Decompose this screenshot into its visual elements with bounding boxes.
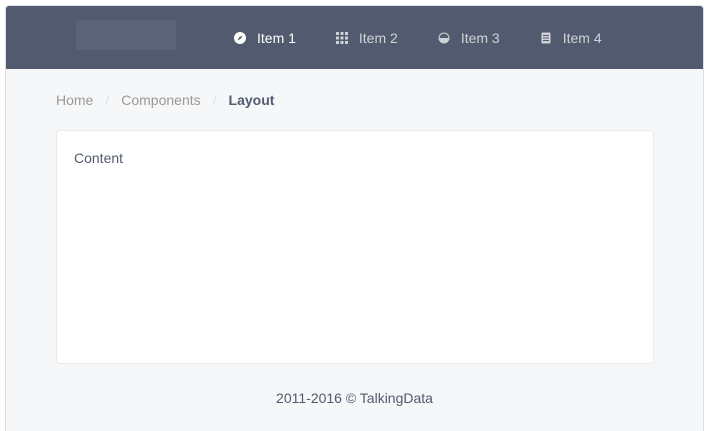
layout-frame: Item 1 Item 2 Item 3 Item 4 Home / Compo… [5,5,704,431]
breadcrumb-layout: Layout [228,92,275,108]
header-bar: Item 1 Item 2 Item 3 Item 4 [6,6,703,69]
breadcrumb-components[interactable]: Components [121,92,200,108]
breadcrumb-separator: / [212,92,217,108]
breadcrumb-home[interactable]: Home [56,92,93,108]
footer-text: 2011-2016 © TalkingData [276,390,433,406]
content-text: Content [74,150,124,166]
nav-item-3[interactable]: Item 3 [438,6,500,69]
logo-placeholder [76,20,176,50]
nav-item-label: Item 4 [562,29,602,46]
nav-item-1[interactable]: Item 1 [234,6,296,69]
compass-icon [234,31,246,44]
nav-item-2[interactable]: Item 2 [335,6,398,69]
nav-item-label: Item 1 [257,29,296,46]
document-icon [540,32,552,44]
content-card: Content [56,130,654,364]
top-nav-menu: Item 1 Item 2 Item 3 Item 4 [234,6,642,69]
grid-icon [335,31,348,44]
pie-chart-icon [438,32,450,44]
breadcrumb: Home / Components / Layout [56,92,274,108]
nav-item-label: Item 2 [358,29,398,46]
nav-item-4[interactable]: Item 4 [540,6,602,69]
nav-item-label: Item 3 [460,29,500,46]
breadcrumb-separator: / [105,92,110,108]
